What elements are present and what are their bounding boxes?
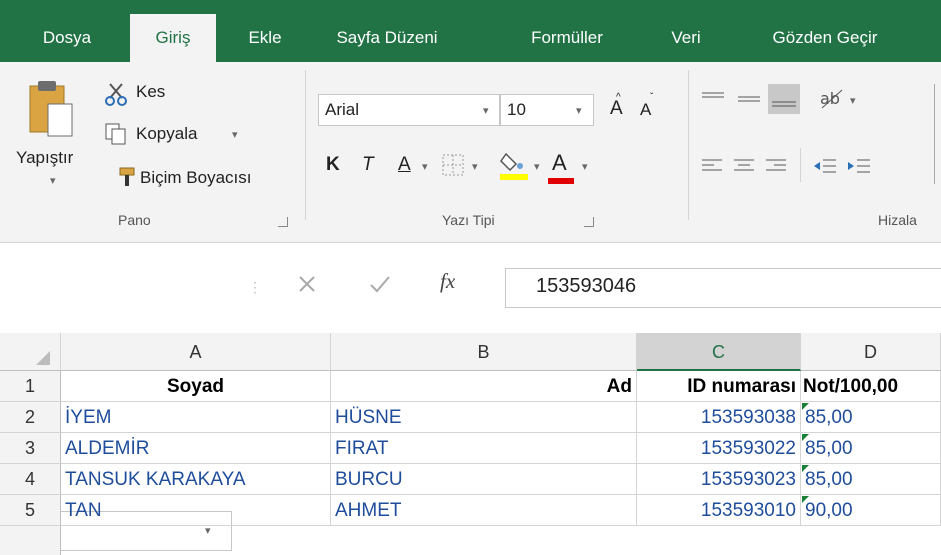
decrease-indent-icon[interactable]: [812, 156, 838, 178]
paste-button[interactable]: [24, 78, 74, 148]
underline-button[interactable]: A: [398, 154, 411, 176]
fill-color-dropdown-icon[interactable]: ▾: [534, 160, 540, 173]
font-family-select[interactable]: Arial: [318, 94, 500, 126]
cell-c1[interactable]: ID numarası: [637, 371, 801, 402]
row-header[interactable]: 3: [0, 433, 61, 464]
italic-button[interactable]: T: [362, 154, 374, 176]
alignment-group-label: Hizala: [878, 212, 917, 228]
tab-dosya[interactable]: Dosya: [22, 18, 112, 62]
paste-dropdown-icon[interactable]: ▾: [50, 174, 56, 187]
cell-d2[interactable]: 85,00: [801, 402, 941, 433]
borders-icon[interactable]: [440, 152, 468, 178]
middle-align-icon[interactable]: [736, 88, 762, 110]
increase-indent-icon[interactable]: [846, 156, 872, 178]
font-size-dropdown-icon[interactable]: ▾: [576, 104, 582, 117]
copy-icon: [104, 122, 128, 146]
cell-b4[interactable]: BURCU: [331, 464, 637, 495]
font-color-dropdown-icon[interactable]: ▾: [582, 160, 588, 173]
copy-button[interactable]: Kopyala: [136, 124, 197, 144]
font-color-swatch: [548, 178, 574, 184]
shrink-font-button[interactable]: A: [640, 100, 651, 120]
fill-color-icon[interactable]: [498, 148, 530, 182]
align-right-icon[interactable]: [764, 156, 788, 178]
column-header-c[interactable]: C: [637, 333, 801, 371]
cell-d3[interactable]: 85,00: [801, 433, 941, 464]
column-header-d[interactable]: D: [801, 333, 941, 371]
cancel-icon[interactable]: [296, 273, 318, 295]
cell-a3[interactable]: ALDEMİR: [61, 433, 331, 464]
enter-icon[interactable]: [368, 273, 392, 295]
cut-button[interactable]: Kes: [136, 82, 165, 102]
font-family-dropdown-icon[interactable]: ▾: [483, 104, 489, 117]
row-header[interactable]: 4: [0, 464, 61, 495]
align-center-icon[interactable]: [732, 156, 756, 178]
formula-input[interactable]: 153593046: [505, 268, 941, 308]
cell-d5[interactable]: 90,00: [801, 495, 941, 526]
cell-a5[interactable]: TAN: [61, 495, 331, 526]
font-color-button[interactable]: A: [552, 150, 567, 176]
clipboard-group-label: Pano: [118, 212, 151, 228]
insert-function-button[interactable]: fx: [440, 269, 455, 294]
row-header[interactable]: [0, 526, 61, 555]
bottom-align-icon[interactable]: [768, 84, 800, 114]
tab-giris[interactable]: Giriş: [130, 14, 216, 62]
grow-font-caret-icon: ^: [616, 92, 621, 103]
tab-formuller[interactable]: Formüller: [508, 18, 626, 62]
shrink-font-caret-icon: ˇ: [650, 92, 654, 103]
orientation-icon[interactable]: ab: [818, 84, 848, 112]
select-all-icon: [36, 351, 50, 365]
paste-icon: [29, 81, 73, 137]
row-header[interactable]: 1: [0, 371, 61, 402]
bold-button[interactable]: K: [326, 154, 340, 176]
cell-a1[interactable]: Soyad: [61, 371, 331, 402]
tab-ekle[interactable]: Ekle: [230, 18, 300, 62]
error-indicator-icon: [802, 434, 809, 441]
cell-b2[interactable]: HÜSNE: [331, 402, 637, 433]
cell-d4[interactable]: 85,00: [801, 464, 941, 495]
select-all-button[interactable]: [0, 333, 61, 371]
group-divider: [688, 70, 689, 220]
group-divider: [305, 70, 306, 220]
clipboard-dialog-launcher-icon[interactable]: [278, 217, 288, 227]
cell-b5[interactable]: AHMET: [331, 495, 637, 526]
cell-a2[interactable]: İYEM: [61, 402, 331, 433]
formula-bar-grip-icon: ⋮: [248, 279, 262, 295]
orientation-dropdown-icon[interactable]: ▾: [850, 94, 856, 107]
cell-d1[interactable]: Not/100,00: [801, 371, 941, 402]
font-dialog-launcher-icon[interactable]: [584, 217, 594, 227]
format-painter-button[interactable]: Biçim Boyacısı: [140, 168, 251, 188]
divider: [800, 148, 801, 182]
borders-dropdown-icon[interactable]: ▾: [472, 160, 478, 173]
cell-b3[interactable]: FIRAT: [331, 433, 637, 464]
cell-c3[interactable]: 153593022: [637, 433, 801, 464]
ribbon-tabs: Dosya Giriş Ekle Sayfa Düzeni Formüller …: [0, 0, 941, 62]
tab-gozden-gecir[interactable]: Gözden Geçir: [750, 18, 900, 62]
font-group-label: Yazı Tipi: [442, 212, 495, 228]
underline-dropdown-icon[interactable]: ▾: [422, 160, 428, 173]
cell-a4[interactable]: TANSUK KARAKAYA: [61, 464, 331, 495]
cut-icon: [104, 82, 130, 106]
cell-b1[interactable]: Ad: [331, 371, 637, 402]
row-header[interactable]: 5: [0, 495, 61, 526]
paste-label[interactable]: Yapıştır: [16, 148, 73, 168]
ribbon: Yapıştır ▾ Kes Kopyala ▾ Biçim Boyacısı …: [0, 62, 941, 243]
top-align-icon[interactable]: [700, 88, 726, 110]
cell-c4[interactable]: 153593023: [637, 464, 801, 495]
svg-text:ab: ab: [820, 89, 840, 108]
cell-c5[interactable]: 153593010: [637, 495, 801, 526]
cell-c2[interactable]: 153593038: [637, 402, 801, 433]
copy-dropdown-icon[interactable]: ▾: [232, 128, 238, 141]
error-indicator-icon: [802, 496, 809, 503]
align-left-icon[interactable]: [700, 156, 724, 178]
tab-veri[interactable]: Veri: [656, 18, 716, 62]
column-header-b[interactable]: B: [331, 333, 637, 371]
format-painter-icon: [114, 166, 138, 188]
error-indicator-icon: [802, 465, 809, 472]
tab-sayfa-duzeni[interactable]: Sayfa Düzeni: [322, 18, 452, 62]
formula-value: 153593046: [536, 275, 637, 297]
column-header-a[interactable]: A: [61, 333, 331, 371]
wrap-text-icon[interactable]: [934, 84, 941, 184]
row-header[interactable]: 2: [0, 402, 61, 433]
error-indicator-icon: [802, 403, 809, 410]
